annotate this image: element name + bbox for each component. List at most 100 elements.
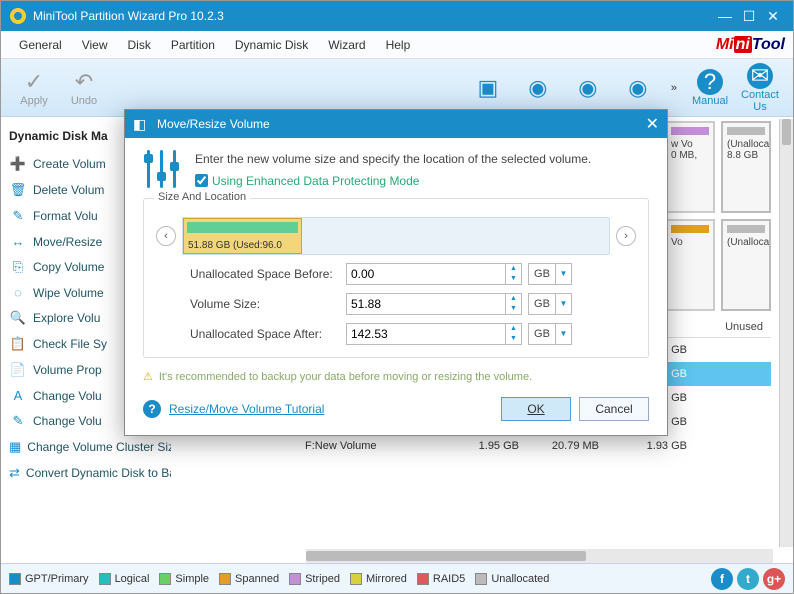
sidebar-item-icon: ✎	[9, 413, 27, 429]
sidebar-item-icon: ⇄	[9, 465, 20, 481]
menu-wizard[interactable]: Wizard	[318, 34, 375, 56]
sidebar-item-icon: 🗑	[9, 182, 27, 198]
disk-box[interactable]: (Unallocat8.8 GB	[721, 121, 771, 213]
slider-left-button[interactable]: ‹	[156, 226, 176, 246]
legend-item: Simple	[159, 573, 209, 585]
brand-logo: MiniTool	[716, 36, 785, 54]
slider-right-button[interactable]: ›	[616, 226, 636, 246]
sidebar-item-icon: A	[9, 388, 27, 403]
help-icon: ?	[697, 69, 723, 95]
field-spinner-2[interactable]: ▲▼	[506, 323, 522, 345]
menu-help[interactable]: Help	[376, 34, 421, 56]
sidebar-item-12[interactable]: ⇄ Convert Dynamic Disk to Basic	[9, 460, 171, 486]
field-input-0[interactable]	[346, 263, 506, 285]
sidebar-item-icon: ◌	[9, 285, 27, 300]
titlebar: MiniTool Partition Wizard Pro 10.2.3 — ☐…	[1, 1, 793, 31]
legend-item: Logical	[99, 573, 150, 585]
toolbar-more-icon[interactable]: »	[663, 82, 685, 94]
move-resize-dialog: ◧ Move/Resize Volume ✕ Enter the new vol…	[124, 109, 668, 436]
enhanced-mode-checkbox[interactable]	[195, 174, 208, 187]
sidebar-item-label: Check File Sy	[33, 337, 107, 351]
warning-icon: ⚠	[143, 371, 153, 383]
field-input-1[interactable]	[346, 293, 506, 315]
size-location-fieldset: Size And Location ‹ 51.88 GB (Used:96.0 …	[143, 198, 649, 358]
window-title: MiniTool Partition Wizard Pro 10.2.3	[33, 9, 713, 23]
disk-box[interactable]: (Unallocated	[721, 219, 771, 311]
field-unit-dropdown-2[interactable]: ▼	[556, 323, 572, 345]
size-slider-segment[interactable]: 51.88 GB (Used:96.0	[183, 218, 302, 254]
sidebar-item-label: Copy Volume	[33, 260, 104, 274]
undo-icon: ↶	[59, 69, 109, 95]
field-unit-2: GB	[528, 323, 556, 345]
col-unused: Unused	[701, 321, 771, 333]
size-slider-track[interactable]: 51.88 GB (Used:96.0	[182, 217, 610, 255]
warning-text: ⚠It's recommended to backup your data be…	[143, 370, 649, 383]
disk-box[interactable]: w Vo0 MB,	[665, 121, 715, 213]
sidebar-item-label: Delete Volum	[33, 183, 104, 197]
sidebar-item-label: Create Volum	[33, 157, 106, 171]
field-unit-dropdown-0[interactable]: ▼	[556, 263, 572, 285]
help-icon[interactable]: ?	[143, 400, 161, 418]
scrollbar-horizontal[interactable]	[306, 549, 773, 563]
toolbar-icon-2[interactable]: ◉	[513, 75, 563, 101]
app-icon	[9, 7, 27, 25]
facebook-icon[interactable]: f	[711, 568, 733, 590]
sidebar-item-icon: 📋	[9, 336, 27, 352]
minimize-button[interactable]: —	[713, 8, 737, 24]
sidebar-item-icon: ✎	[9, 208, 27, 224]
twitter-icon[interactable]: t	[737, 568, 759, 590]
field-spinner-0[interactable]: ▲▼	[506, 263, 522, 285]
sidebar-item-label: Wipe Volume	[33, 286, 104, 300]
field-unit-0: GB	[528, 263, 556, 285]
menu-disk[interactable]: Disk	[118, 34, 161, 56]
field-label-1: Volume Size:	[156, 297, 346, 311]
ok-button[interactable]: OK	[501, 397, 571, 421]
toolbar-icon-1[interactable]: ▣	[463, 75, 513, 101]
sliders-icon	[143, 150, 181, 188]
disk-migrate-icon: ◉	[513, 75, 563, 101]
sidebar-item-label: Move/Resize	[33, 235, 102, 249]
sidebar-item-label: Change Volume Cluster Size	[27, 440, 171, 454]
sidebar-item-icon: ↔	[9, 234, 27, 249]
legend-item: Striped	[289, 573, 340, 585]
menu-dynamic-disk[interactable]: Dynamic Disk	[225, 34, 318, 56]
apply-button[interactable]: ✓Apply	[9, 69, 59, 107]
dialog-close-button[interactable]: ✕	[646, 114, 659, 134]
disk-copy-icon: ◉	[563, 75, 613, 101]
legend-item: GPT/Primary	[9, 573, 89, 585]
tutorial-link[interactable]: Resize/Move Volume Tutorial	[169, 402, 324, 416]
sidebar-item-label: Change Volu	[33, 389, 102, 403]
table-row[interactable]: F:New Volume1.95 GB20.79 MB1.93 GB	[301, 434, 771, 458]
menu-partition[interactable]: Partition	[161, 34, 225, 56]
toolbar-icon-3[interactable]: ◉	[563, 75, 613, 101]
undo-button[interactable]: ↶Undo	[59, 69, 109, 107]
fieldset-legend: Size And Location	[154, 191, 250, 203]
field-unit-dropdown-1[interactable]: ▼	[556, 293, 572, 315]
googleplus-icon[interactable]: g+	[763, 568, 785, 590]
dialog-titlebar: ◧ Move/Resize Volume ✕	[125, 110, 667, 138]
sidebar-item-label: Convert Dynamic Disk to Basic	[26, 466, 171, 480]
toolbar-icon-4[interactable]: ◉	[613, 75, 663, 101]
sidebar-item-icon: ⎘	[9, 259, 27, 275]
menu-view[interactable]: View	[72, 34, 118, 56]
cancel-button[interactable]: Cancel	[579, 397, 649, 421]
segment-label: 51.88 GB (Used:96.0	[188, 240, 299, 251]
legend-item: Mirrored	[350, 573, 407, 585]
legend-item: Unallocated	[475, 573, 549, 585]
disk-box[interactable]: Vo	[665, 219, 715, 311]
scrollbar-vertical[interactable]	[779, 119, 793, 547]
contact-button[interactable]: ✉Contact Us	[735, 63, 785, 113]
manual-button[interactable]: ?Manual	[685, 69, 735, 107]
close-button[interactable]: ✕	[761, 8, 785, 25]
sidebar-item-icon: ➕	[9, 156, 27, 172]
sidebar-item-label: Change Volu	[33, 414, 102, 428]
sidebar-item-icon: 📄	[9, 362, 27, 378]
field-input-2[interactable]	[346, 323, 506, 345]
legend: GPT/PrimaryLogicalSimpleSpannedStripedMi…	[1, 563, 793, 593]
window-icon: ▣	[463, 75, 513, 101]
menu-general[interactable]: General	[9, 34, 72, 56]
sidebar-item-icon: 🔍	[9, 310, 27, 326]
field-spinner-1[interactable]: ▲▼	[506, 293, 522, 315]
maximize-button[interactable]: ☐	[737, 8, 761, 25]
sidebar-item-11[interactable]: ▦Change Volume Cluster Size	[9, 434, 171, 460]
